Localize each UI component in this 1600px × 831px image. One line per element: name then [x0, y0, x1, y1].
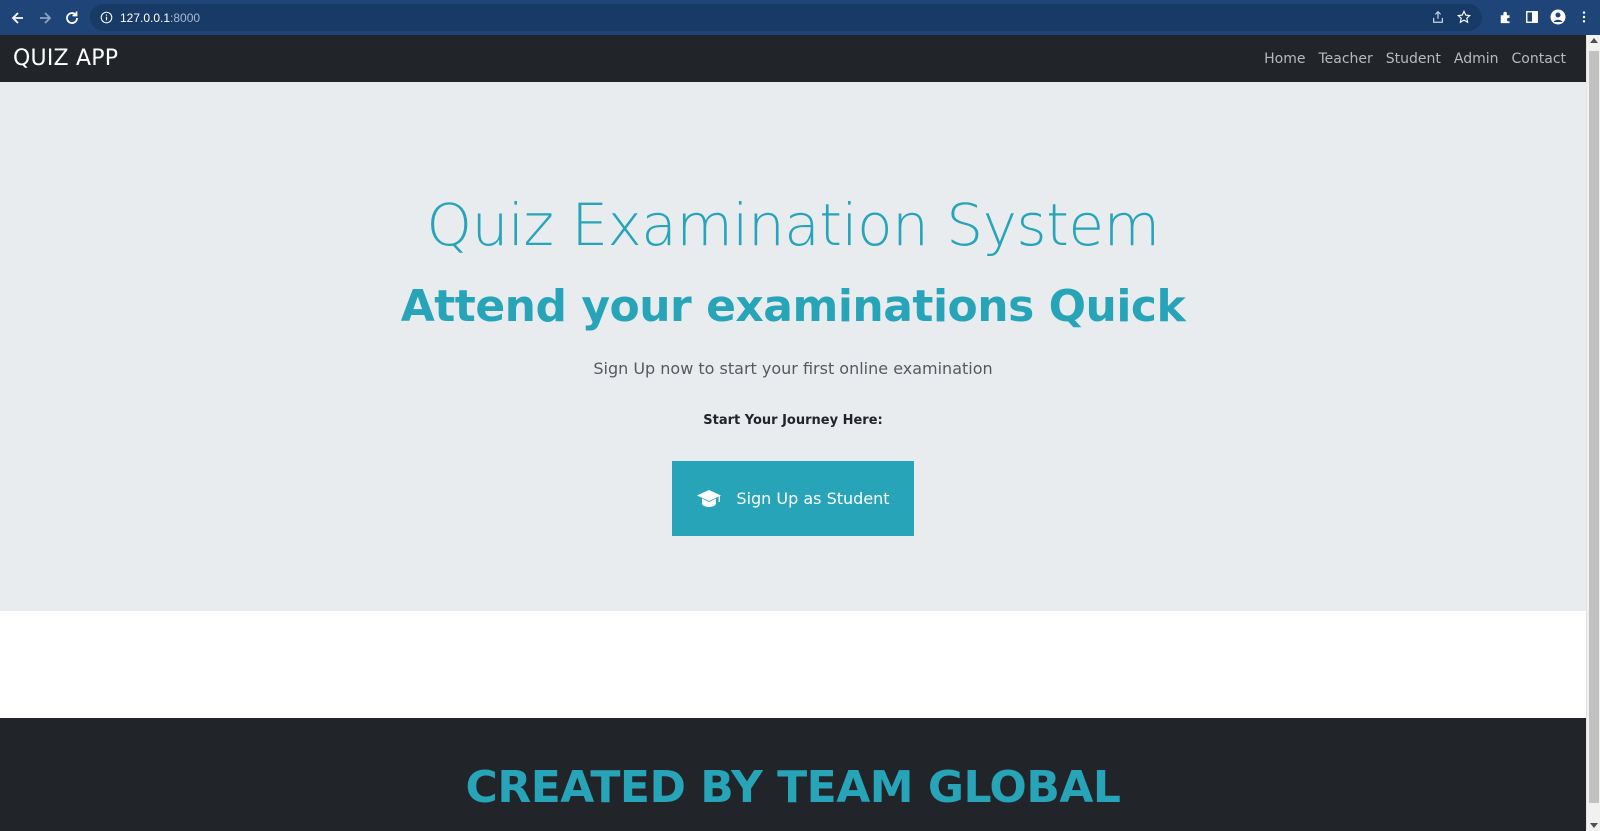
bookmark-star-icon[interactable]: [1456, 9, 1472, 25]
back-arrow-icon: [11, 11, 23, 24]
site-info-icon[interactable]: [98, 10, 114, 26]
top-navbar: QUIZ APP Home Teacher Student Admin Cont…: [0, 35, 1586, 82]
extensions-puzzle-icon[interactable]: [1498, 9, 1514, 25]
page-viewport: QUIZ APP Home Teacher Student Admin Cont…: [0, 35, 1586, 831]
reload-button[interactable]: [59, 5, 85, 31]
back-button[interactable]: [5, 5, 31, 31]
forward-button[interactable]: [32, 5, 58, 31]
side-panel-icon[interactable]: [1524, 9, 1540, 25]
browser-toolbar: 127.0.0.1:8000: [0, 0, 1600, 35]
nav-link-home[interactable]: Home: [1264, 51, 1305, 67]
address-bar[interactable]: 127.0.0.1:8000: [90, 4, 1482, 31]
scroll-up-arrow-icon[interactable]: [1590, 38, 1598, 43]
hero-title: Quiz Examination System: [426, 191, 1160, 259]
cta-label: Start Your Journey Here:: [703, 413, 883, 429]
vertical-scrollbar[interactable]: [1586, 35, 1600, 831]
address-url: 127.0.0.1:8000: [120, 10, 201, 25]
profile-avatar-icon[interactable]: [1550, 9, 1566, 25]
nav-link-contact[interactable]: Contact: [1512, 51, 1566, 67]
signup-student-button[interactable]: Sign Up as Student: [672, 461, 914, 537]
nav-links: Home Teacher Student Admin Contact: [1264, 51, 1566, 67]
hero-jumbotron: Quiz Examination System Attend your exam…: [0, 82, 1586, 611]
signup-button-label: Sign Up as Student: [736, 489, 890, 509]
scrollbar-thumb[interactable]: [1589, 51, 1599, 803]
hero-subtitle: Attend your examinations Quick: [400, 280, 1186, 332]
scroll-down-arrow-icon[interactable]: [1590, 823, 1598, 828]
nav-link-student[interactable]: Student: [1386, 51, 1441, 67]
page-footer: CREATED BY TEAM GLOBAL: [0, 718, 1586, 831]
forward-arrow-icon: [40, 11, 52, 24]
content-spacer: [0, 611, 1586, 718]
nav-link-admin[interactable]: Admin: [1454, 51, 1499, 67]
browser-menu-icon[interactable]: [1576, 9, 1592, 25]
brand-logo[interactable]: QUIZ APP: [13, 46, 118, 71]
hero-lead-text: Sign Up now to start your first online e…: [593, 359, 993, 379]
share-icon[interactable]: [1430, 9, 1446, 25]
reload-icon: [66, 11, 78, 24]
graduation-cap-icon: [696, 489, 722, 509]
nav-link-teacher[interactable]: Teacher: [1318, 51, 1372, 67]
footer-title: CREATED BY TEAM GLOBAL: [465, 762, 1121, 813]
